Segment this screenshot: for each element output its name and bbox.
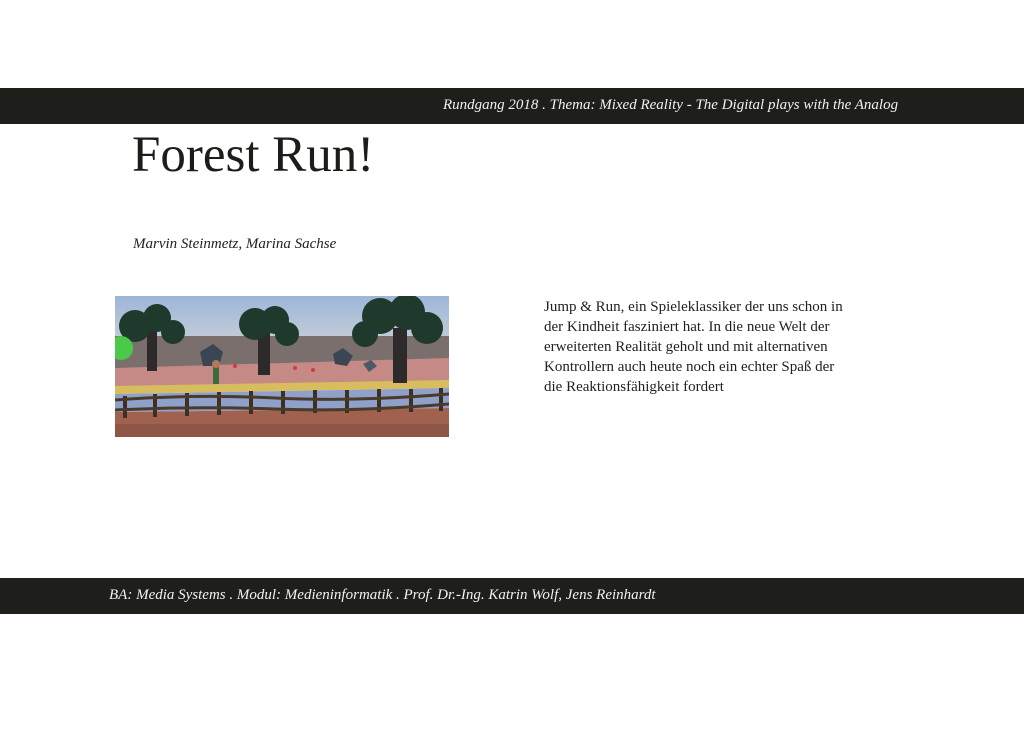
authors: Marvin Steinmetz, Marina Sachse bbox=[133, 236, 337, 252]
footer-text: BA: Media Systems . Modul: Medieninforma… bbox=[109, 587, 656, 603]
footer-bar: BA: Media Systems . Modul: Medieninforma… bbox=[0, 578, 1024, 614]
page-title: Forest Run! bbox=[132, 127, 375, 183]
project-description: Jump & Run, ein Spieleklassiker der uns … bbox=[544, 299, 843, 395]
header-bar: Rundgang 2018 . Thema: Mixed Reality - T… bbox=[0, 88, 1024, 124]
game-screenshot bbox=[115, 296, 449, 437]
header-text: Rundgang 2018 . Thema: Mixed Reality - T… bbox=[443, 97, 899, 113]
